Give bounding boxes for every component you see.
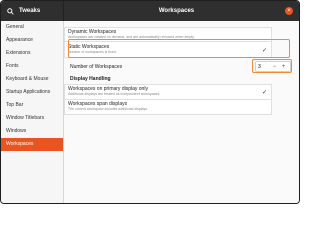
stepper-highlight: [252, 59, 292, 73]
sidebar-item-general[interactable]: General: [1, 21, 63, 34]
sidebar-item-window-titlebars[interactable]: Window Titlebars: [1, 112, 63, 125]
primary-display-subtitle: Additional displays are treated as indep…: [68, 92, 161, 96]
titlebar-left: Tweaks: [1, 1, 63, 21]
close-button[interactable]: ×: [279, 1, 299, 21]
workspaces-panel: Dynamic Workspaces Workspaces are create…: [64, 21, 299, 203]
tweaks-window: Tweaks Workspaces × General Appearance E…: [0, 0, 300, 204]
sidebar-item-top-bar[interactable]: Top Bar: [1, 99, 63, 112]
app-name: Tweaks: [19, 8, 41, 14]
sidebar: General Appearance Extensions Fonts Keyb…: [1, 21, 64, 203]
sidebar-item-appearance[interactable]: Appearance: [1, 34, 63, 47]
dynamic-workspaces-title: Dynamic Workspaces: [68, 29, 117, 35]
sidebar-item-startup-applications[interactable]: Startup Applications: [1, 86, 63, 99]
span-displays-subtitle: The current workspace includes additiona…: [68, 107, 148, 111]
sidebar-item-keyboard-mouse[interactable]: Keyboard & Mouse: [1, 73, 63, 86]
sidebar-item-extensions[interactable]: Extensions: [1, 47, 63, 60]
titlebar: Tweaks Workspaces ×: [1, 1, 299, 21]
search-button[interactable]: [1, 1, 19, 21]
number-of-workspaces-label: Number of Workspaces: [70, 64, 123, 70]
sidebar-item-fonts[interactable]: Fonts: [1, 60, 63, 73]
display-handling-heading: Display Handling: [70, 76, 111, 82]
sidebar-item-workspaces[interactable]: Workspaces: [1, 138, 63, 151]
search-icon: [6, 7, 14, 15]
static-workspaces-highlight: [68, 39, 290, 58]
close-icon: ×: [285, 7, 293, 15]
span-displays-title: Workspaces span displays: [68, 101, 128, 107]
check-icon: ✓: [261, 90, 267, 96]
sidebar-item-windows[interactable]: Windows: [1, 125, 63, 138]
primary-display-title: Workspaces on primary display only: [68, 86, 148, 92]
span-displays-option[interactable]: Workspaces span displays The current wor…: [64, 99, 272, 115]
primary-display-option[interactable]: Workspaces on primary display only Addit…: [64, 84, 272, 100]
window-title: Workspaces: [158, 8, 195, 14]
